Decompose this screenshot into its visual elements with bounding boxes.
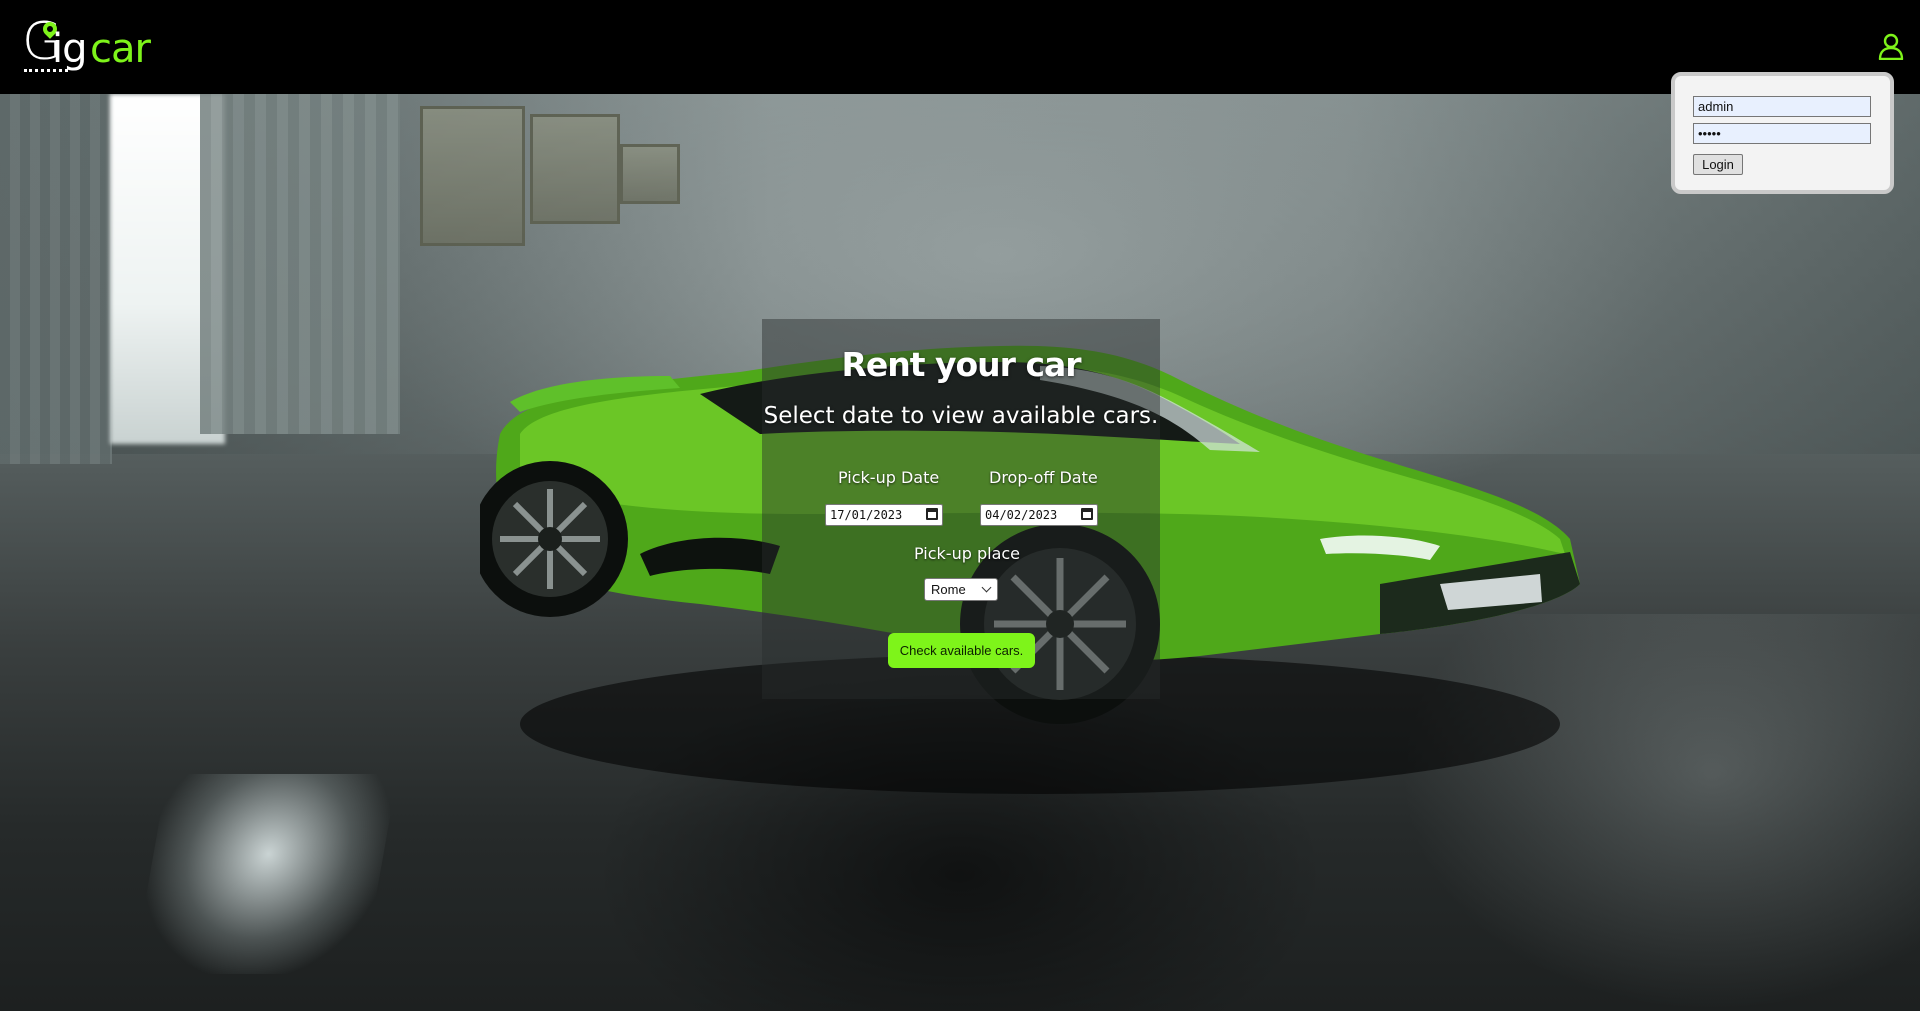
pickup-place-select[interactable]: Rome	[924, 578, 998, 601]
dropoff-date-input[interactable]: 04/02/2023	[980, 504, 1098, 526]
logo-dots	[24, 69, 68, 72]
pickup-place-label: Pick-up place	[914, 544, 1021, 563]
electrical-box	[530, 114, 620, 224]
calendar-icon[interactable]	[926, 508, 938, 520]
page-subtitle: Select date to view available cars.	[763, 403, 1159, 429]
gigcar-logo[interactable]: G ig car	[22, 14, 151, 76]
garage-door-left	[0, 94, 112, 464]
electrical-box	[620, 144, 680, 204]
rent-search-panel: Rent your car Select date to view availa…	[762, 319, 1160, 699]
top-navbar: G ig car	[0, 0, 1920, 94]
electrical-box	[420, 106, 525, 246]
dropoff-date-label: Drop-off Date	[989, 468, 1098, 487]
pickup-date-value: 17/01/2023	[830, 508, 903, 522]
logo-letters: ig	[52, 26, 88, 72]
pickup-date-input[interactable]: 17/01/2023	[825, 504, 943, 526]
page-title: Rent your car	[841, 345, 1081, 384]
logo-accent-text: car	[90, 26, 151, 72]
username-input[interactable]: admin	[1693, 96, 1871, 117]
dropoff-date-value: 04/02/2023	[985, 508, 1058, 522]
login-button[interactable]: Login	[1693, 154, 1743, 175]
chevron-down-icon	[981, 582, 992, 593]
login-popup: admin ••••• Login	[1671, 72, 1894, 194]
pickup-date-label: Pick-up Date	[838, 468, 940, 487]
calendar-icon[interactable]	[1081, 508, 1093, 520]
pickup-place-value: Rome	[931, 582, 966, 597]
floor-puddle	[132, 774, 398, 974]
garage-door-right	[200, 94, 400, 434]
password-input[interactable]: •••••	[1693, 123, 1871, 144]
user-icon[interactable]	[1878, 32, 1904, 60]
check-available-cars-button[interactable]: Check available cars.	[888, 633, 1035, 668]
